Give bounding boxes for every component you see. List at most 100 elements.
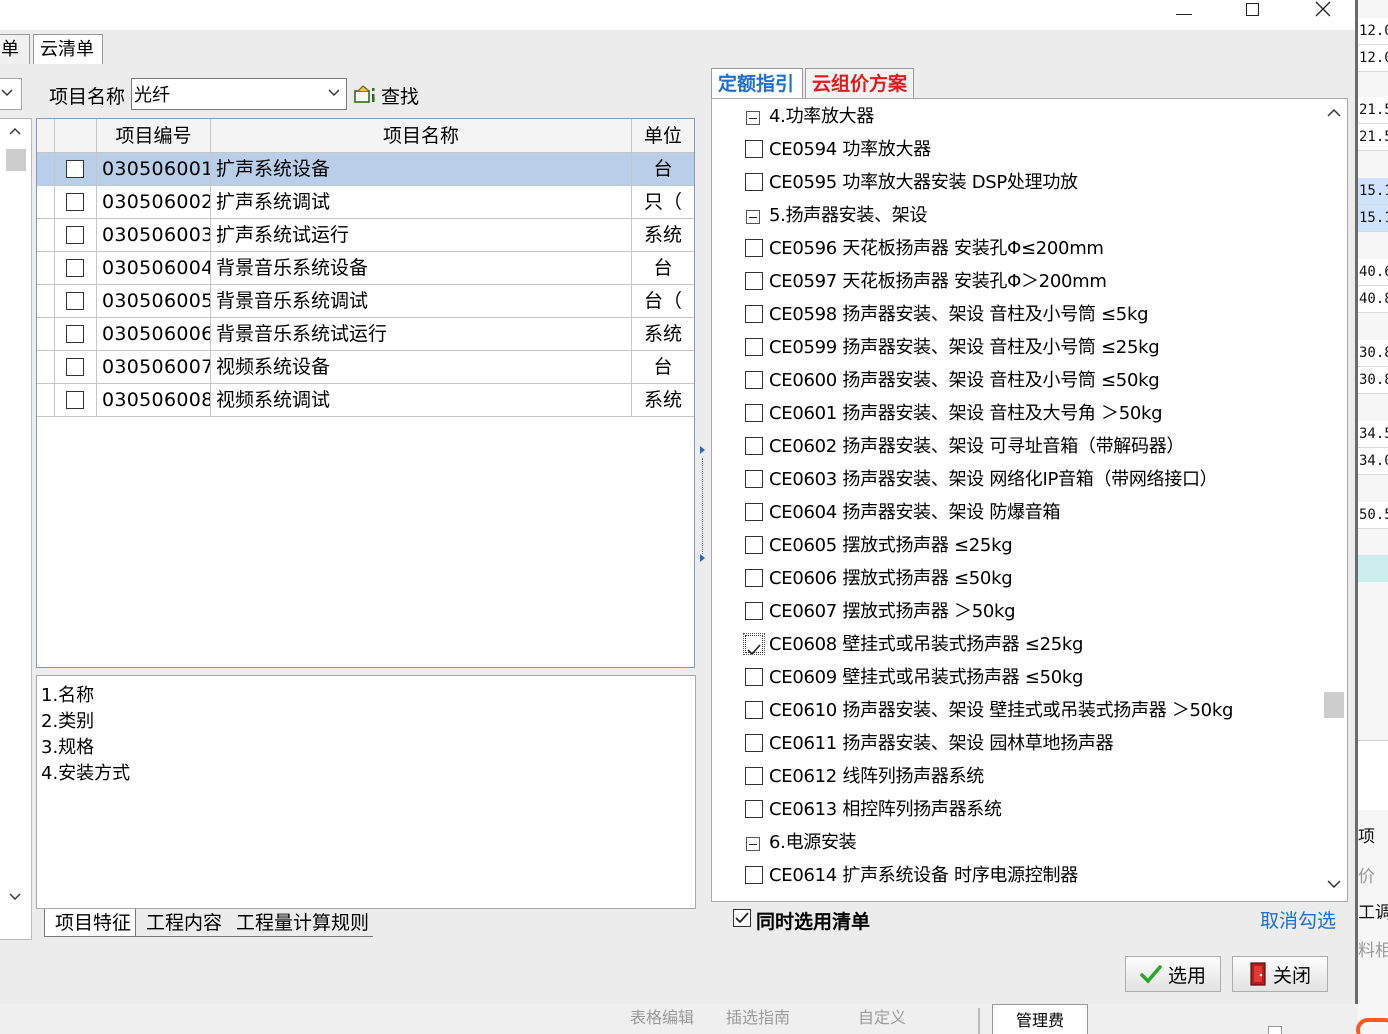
- tree-item[interactable]: CE0595 功率放大器安装 DSP处理功放: [712, 166, 1320, 199]
- tree-item-checkbox[interactable]: [745, 866, 763, 884]
- tree-item[interactable]: CE0610 扬声器安装、架设 壁挂式或吊装式扬声器 ＞50kg: [712, 694, 1320, 727]
- tab-quota-guide[interactable]: 定额指引: [711, 68, 803, 98]
- also-select-checkbox[interactable]: [733, 909, 751, 927]
- feature-panel[interactable]: 1.名称 2.类别 3.规格 4.安装方式: [36, 675, 696, 909]
- maximize-button[interactable]: [1229, 0, 1275, 22]
- tree-item[interactable]: CE0609 壁挂式或吊装式扬声器 ≤50kg: [712, 661, 1320, 694]
- close-button[interactable]: 关闭: [1232, 956, 1328, 992]
- tree-item-label: CE0602 扬声器安装、架设 可寻址音箱（带解码器）: [769, 436, 1185, 457]
- row-checkbox[interactable]: [66, 325, 84, 343]
- tree-item[interactable]: CE0605 摆放式扬声器 ≤25kg: [712, 529, 1320, 562]
- chevron-down-icon[interactable]: [328, 89, 340, 97]
- tree-item-checkbox[interactable]: [745, 239, 763, 257]
- tab-calc-rules[interactable]: 工程量计算规则: [226, 909, 374, 937]
- tree-item[interactable]: CE0614 扩声系统设备 时序电源控制器: [712, 859, 1320, 892]
- row-checkbox-cell: [55, 252, 97, 284]
- row-name: 视频系统调试: [211, 384, 632, 416]
- row-checkbox[interactable]: [66, 391, 84, 409]
- tree-item-checkbox[interactable]: [745, 767, 763, 785]
- tree-item[interactable]: CE0611 扬声器安装、架设 园林草地扬声器: [712, 727, 1320, 760]
- table-row[interactable]: 030506008 视频系统调试 系统: [37, 384, 694, 417]
- table-row[interactable]: 030506003 扩声系统试运行 系统: [37, 219, 694, 252]
- table-row[interactable]: 030506006 背景音乐系统试运行 系统: [37, 318, 694, 351]
- tree-item-checkbox[interactable]: [745, 272, 763, 290]
- tab-cloud-pricing[interactable]: 云组价方案: [805, 68, 914, 98]
- chevron-down-icon[interactable]: [9, 893, 21, 901]
- tab-features[interactable]: 项目特征: [44, 909, 137, 937]
- uncheck-all-link[interactable]: 取消勾选: [1260, 906, 1336, 933]
- tree-group[interactable]: 5.扬声器安装、架设: [712, 199, 1320, 232]
- tree-item[interactable]: CE0602 扬声器安装、架设 可寻址音箱（带解码器）: [712, 430, 1320, 463]
- table-row[interactable]: 030506001 扩声系统设备台: [37, 153, 694, 186]
- chevron-down-icon[interactable]: [1327, 880, 1341, 889]
- tree-group[interactable]: 4.功率放大器: [712, 100, 1320, 133]
- tree-item[interactable]: CE0607 摆放式扬声器 ＞50kg: [712, 595, 1320, 628]
- collapse-icon[interactable]: [746, 837, 760, 851]
- scrollbar-thumb[interactable]: [1324, 692, 1344, 718]
- header-name[interactable]: 项目名称: [211, 119, 632, 153]
- row-checkbox[interactable]: [66, 226, 84, 244]
- tree-item[interactable]: CE0604 扬声器安装、架设 防爆音箱: [712, 496, 1320, 529]
- tree-item-checkbox[interactable]: [745, 371, 763, 389]
- row-checkbox[interactable]: [66, 193, 84, 211]
- select-button[interactable]: 选用: [1125, 956, 1221, 992]
- tree-item[interactable]: CE0599 扬声器安装、架设 音柱及小号筒 ≤25kg: [712, 331, 1320, 364]
- table-row[interactable]: 030506004 背景音乐系统设备台: [37, 252, 694, 285]
- collapse-icon[interactable]: [746, 111, 760, 125]
- tree-item[interactable]: CE0613 相控阵列扬声器系统: [712, 793, 1320, 826]
- row-code: 030506001: [97, 153, 211, 185]
- tree-item-checkbox[interactable]: [745, 701, 763, 719]
- tree-item[interactable]: CE0597 天花板扬声器 安装孔Φ＞200mm: [712, 265, 1320, 298]
- tree-item-checkbox[interactable]: [745, 338, 763, 356]
- tree-item[interactable]: CE0601 扬声器安装、架设 音柱及大号角 ＞50kg: [712, 397, 1320, 430]
- tab-cloud-bill[interactable]: 云清单: [33, 34, 103, 64]
- tree-item[interactable]: CE0600 扬声器安装、架设 音柱及小号筒 ≤50kg: [712, 364, 1320, 397]
- row-checkbox[interactable]: [66, 358, 84, 376]
- tree-item-checkbox[interactable]: [745, 536, 763, 554]
- table-row[interactable]: 030506005 背景音乐系统调试 台（: [37, 285, 694, 318]
- search-combobox[interactable]: [131, 78, 347, 110]
- table-row[interactable]: 030506002 扩声系统调试 只（: [37, 186, 694, 219]
- tree-item-checkbox[interactable]: [743, 633, 765, 656]
- tree-item-checkbox[interactable]: [745, 734, 763, 752]
- tree-item[interactable]: CE0598 扬声器安装、架设 音柱及小号筒 ≤5kg: [712, 298, 1320, 331]
- tree-item[interactable]: CE0612 线阵列扬声器系统: [712, 760, 1320, 793]
- tree-scrollbar[interactable]: [1322, 100, 1346, 900]
- tree-item[interactable]: CE0603 扬声器安装、架设 网络化IP音箱（带网络接口）: [712, 463, 1320, 496]
- search-input[interactable]: [134, 81, 320, 107]
- collapse-icon[interactable]: [746, 210, 760, 224]
- table-row[interactable]: 030506007 视频系统设备台: [37, 351, 694, 384]
- find-button[interactable]: 查找: [353, 82, 419, 108]
- bg-value: 21.5: [1358, 124, 1388, 151]
- tree-item-checkbox[interactable]: [745, 800, 763, 818]
- header-unit[interactable]: 单位: [632, 119, 694, 153]
- tree-item[interactable]: CE0606 摆放式扬声器 ≤50kg: [712, 562, 1320, 595]
- minimize-button[interactable]: [1161, 0, 1207, 22]
- category-dropdown[interactable]: [0, 78, 22, 110]
- tree-item-checkbox[interactable]: [745, 404, 763, 422]
- row-checkbox[interactable]: [66, 292, 84, 310]
- row-checkbox[interactable]: [66, 259, 84, 277]
- chevron-up-icon[interactable]: [9, 127, 21, 135]
- tree-item-checkbox[interactable]: [745, 173, 763, 191]
- tab-bill[interactable]: 单: [0, 34, 30, 64]
- tree-item[interactable]: CE0608 壁挂式或吊装式扬声器 ≤25kg: [712, 628, 1320, 661]
- tree-item-checkbox[interactable]: [745, 602, 763, 620]
- tab-work-content[interactable]: 工程内容: [136, 909, 227, 937]
- panel-splitter[interactable]: [700, 440, 705, 570]
- scrollbar-thumb[interactable]: [6, 149, 26, 171]
- tree-group[interactable]: 6.电源安装: [712, 826, 1320, 859]
- row-checkbox[interactable]: [66, 160, 84, 178]
- tree-item-checkbox[interactable]: [745, 140, 763, 158]
- tree-item-checkbox[interactable]: [745, 569, 763, 587]
- chevron-up-icon[interactable]: [1327, 108, 1341, 117]
- tree-item[interactable]: CE0594 功率放大器: [712, 133, 1320, 166]
- tree-item-checkbox[interactable]: [745, 305, 763, 323]
- tree-item-checkbox[interactable]: [745, 503, 763, 521]
- close-window-button[interactable]: [1300, 0, 1346, 22]
- tree-item-checkbox[interactable]: [745, 668, 763, 686]
- tree-item-checkbox[interactable]: [745, 470, 763, 488]
- header-code[interactable]: 项目编号: [97, 119, 211, 153]
- tree-item[interactable]: CE0596 天花板扬声器 安装孔Φ≤200mm: [712, 232, 1320, 265]
- tree-item-checkbox[interactable]: [745, 437, 763, 455]
